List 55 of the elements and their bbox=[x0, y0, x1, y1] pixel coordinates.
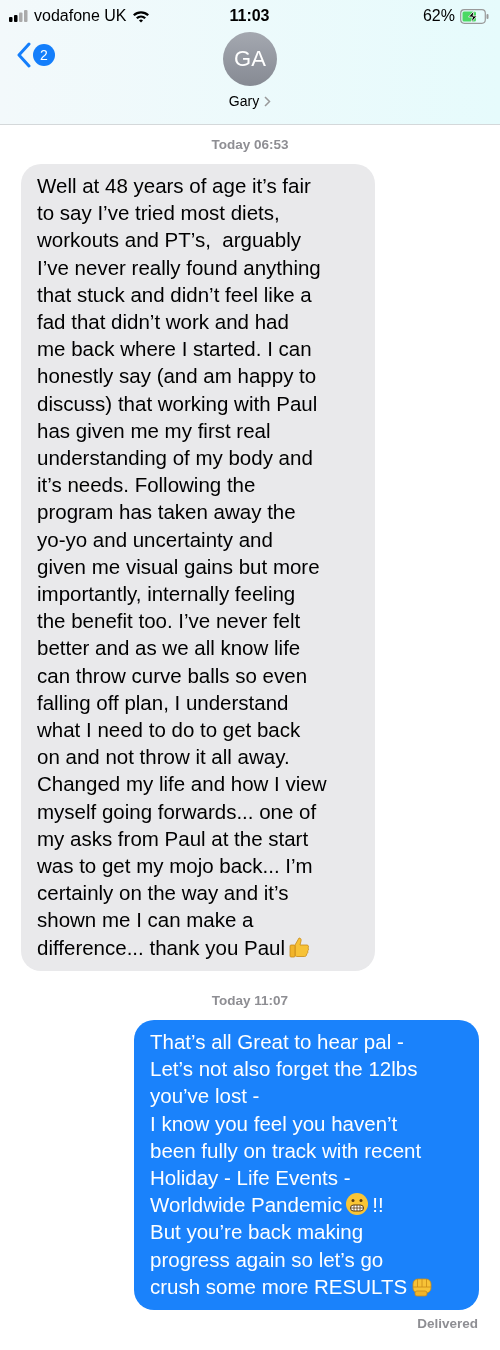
message-text: Worldwide Pandemic bbox=[150, 1192, 343, 1219]
delivery-status: Delivered bbox=[416, 1315, 479, 1331]
message-text: !! bbox=[372, 1192, 384, 1219]
message-text: understanding of my body and bbox=[37, 445, 313, 472]
message-text: discuss) that working with Paul bbox=[37, 390, 318, 417]
unread-badge[interactable]: 2 bbox=[33, 44, 55, 66]
carrier-name: vodafone UK bbox=[34, 7, 127, 25]
message-text: me back where I started. I can bbox=[37, 336, 312, 363]
message-text: difference... thank you Paul bbox=[37, 934, 286, 961]
message-text: you’ve lost - bbox=[150, 1083, 260, 1110]
contact-avatar[interactable]: GA bbox=[223, 32, 277, 86]
message-text: Holiday - Life Events - bbox=[150, 1164, 351, 1191]
message-text: it’s needs. Following the bbox=[37, 472, 256, 499]
message-text: honestly say (and am happy to bbox=[37, 363, 317, 390]
message-text: better and as we all know life bbox=[37, 635, 301, 662]
message-text: shown me I can make a bbox=[37, 907, 254, 934]
message-text: Well at 48 years of age it’s fair bbox=[37, 173, 311, 199]
message-text: But you’re back making bbox=[150, 1219, 364, 1246]
message-text: falling off plan, I understand bbox=[37, 689, 289, 716]
wifi-icon bbox=[131, 9, 150, 23]
message-text: crush some more RESULTS bbox=[150, 1273, 408, 1300]
contact-name[interactable]: Gary bbox=[228, 93, 260, 109]
chevron-right-icon[interactable] bbox=[264, 95, 272, 107]
message-text: Changed my life and how I view bbox=[37, 771, 327, 798]
message-text: certainly on the way and it’s bbox=[37, 880, 289, 907]
message-text: to say I’ve tried most diets, bbox=[37, 200, 280, 227]
message-text: workouts and PT’s, arguably bbox=[37, 227, 301, 254]
message-text: can throw curve balls so even bbox=[37, 662, 308, 689]
message-text: program has taken away the bbox=[37, 499, 296, 526]
message-text: myself going forwards... one of bbox=[37, 798, 317, 825]
message-text: what I need to do to get back bbox=[37, 717, 301, 744]
message-text: importantly, internally feeling bbox=[37, 581, 296, 608]
message-text: progress again so let’s go bbox=[150, 1246, 384, 1273]
message-text: I’ve never really found anything bbox=[37, 254, 321, 281]
grimacing-face-icon bbox=[345, 1192, 370, 1217]
message-timestamp: Today 06:53 bbox=[211, 137, 289, 152]
message-text: was to get my mojo back... I’m bbox=[37, 853, 313, 880]
message-text: has given me my first real bbox=[37, 417, 271, 444]
message-text: my asks from Paul at the start bbox=[37, 825, 309, 852]
battery-percentage: 62% bbox=[422, 7, 455, 25]
message-text: yo-yo and uncertainty and bbox=[37, 526, 273, 553]
signal-icon bbox=[9, 10, 29, 22]
message-text: been fully on track with recent bbox=[150, 1137, 422, 1164]
message-text: given me visual gains but more bbox=[37, 553, 320, 580]
charging-battery-icon bbox=[460, 8, 490, 24]
clock-time: 11:03 bbox=[229, 7, 270, 25]
message-text: that stuck and didn’t feel like a bbox=[37, 281, 312, 308]
message-text: fad that didn’t work and had bbox=[37, 309, 289, 335]
message-text: on and not throw it all away. bbox=[37, 744, 290, 771]
message-text: That’s all Great to hear pal - bbox=[150, 1028, 404, 1055]
back-chevron-icon[interactable] bbox=[17, 42, 31, 68]
message-text: Let’s not also forget the 12lbs bbox=[150, 1056, 418, 1083]
message-timestamp: Today 11:07 bbox=[211, 992, 289, 1008]
message-text: I know you feel you haven’t bbox=[150, 1110, 398, 1137]
message-text: the benefit too. I’ve never felt bbox=[37, 608, 301, 635]
